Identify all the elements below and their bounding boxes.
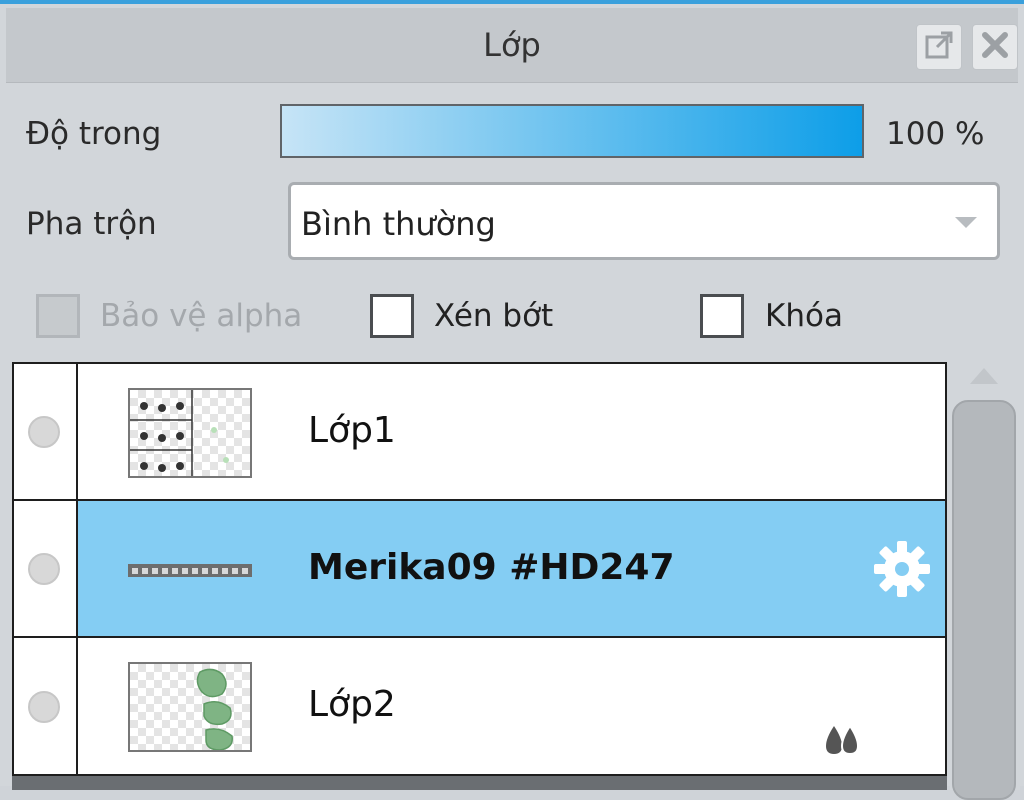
blend-mode-value: Bình thường [301, 205, 496, 243]
visibility-dot-icon [28, 690, 60, 723]
layer-row-selected[interactable]: Merika09 #HD247 [14, 501, 945, 638]
gear-icon[interactable] [870, 537, 934, 605]
close-icon [980, 30, 1010, 64]
layer-name: Lớp1 [308, 410, 396, 451]
opacity-label: Độ trong [26, 116, 162, 152]
layer-list-footer [12, 776, 947, 790]
scrollbar-thumb[interactable] [952, 400, 1016, 800]
layer-thumbnail [128, 563, 252, 577]
protect-alpha-checkbox[interactable] [36, 294, 80, 338]
layer-list-scrollbar[interactable] [950, 362, 1020, 800]
scroll-up-arrow-icon[interactable] [970, 368, 998, 384]
layer-name: Lớp2 [308, 684, 396, 725]
clipping-checkbox[interactable] [370, 294, 414, 338]
popout-button[interactable] [916, 24, 962, 70]
lock-label: Khóa [765, 298, 843, 334]
visibility-toggle[interactable] [14, 638, 78, 774]
layer-name: Merika09 #HD247 [308, 547, 675, 588]
layers-panel: Lớp Độ trong 100 % Pha trộn Bình thường [0, 0, 1024, 800]
blend-mode-select[interactable]: Bình thường [288, 182, 1000, 260]
clipping-icon [822, 722, 862, 762]
visibility-toggle[interactable] [14, 364, 78, 499]
panel-titlebar[interactable]: Lớp [6, 8, 1018, 83]
chevron-down-icon [955, 217, 977, 228]
visibility-dot-icon [28, 552, 60, 585]
lock-checkbox[interactable] [700, 294, 744, 338]
layer-thumbnail [128, 388, 252, 478]
blend-mode-label: Pha trộn [26, 206, 157, 242]
visibility-dot-icon [28, 415, 60, 448]
opacity-value: 100 % [886, 116, 985, 152]
layer-row[interactable]: Lớp1 [14, 364, 945, 501]
layer-row[interactable]: Lớp2 [14, 638, 945, 774]
visibility-toggle[interactable] [14, 501, 78, 636]
opacity-slider-fill [282, 106, 862, 156]
popout-icon [923, 29, 955, 65]
clipping-label: Xén bớt [434, 298, 554, 334]
protect-alpha-label: Bảo vệ alpha [100, 298, 303, 334]
layer-list: Lớp1 Merika09 #HD247 Lớp2 [12, 362, 947, 776]
opacity-slider[interactable] [280, 104, 864, 158]
panel-title: Lớp [483, 26, 541, 64]
close-button[interactable] [972, 24, 1018, 70]
layer-thumbnail [128, 662, 252, 752]
